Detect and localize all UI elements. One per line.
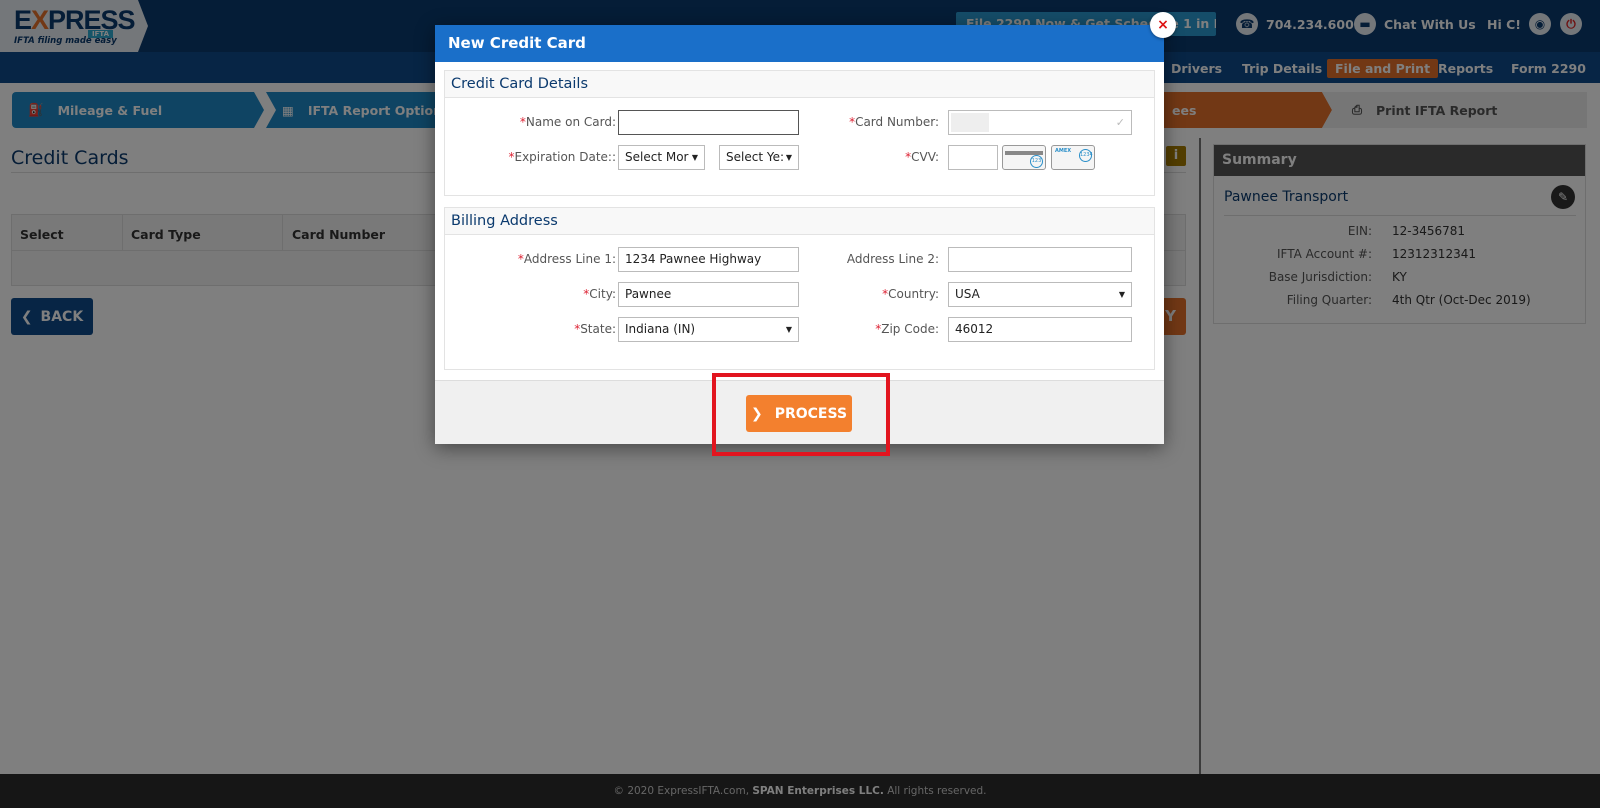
dropdown-caret-icon: ▼ bbox=[691, 153, 698, 162]
cvv-card-back-icon: 123 bbox=[1002, 145, 1046, 170]
amex-cvv-icon: AMEX 1234 bbox=[1051, 145, 1095, 170]
country-select[interactable]: USA ▼ bbox=[948, 282, 1132, 307]
expiration-year-select[interactable]: Select Ye: ▼ bbox=[719, 145, 799, 170]
modal-title: New Credit Card bbox=[435, 25, 1164, 62]
state-select[interactable]: Indiana (IN) ▼ bbox=[618, 317, 799, 342]
process-button-highlight bbox=[712, 373, 890, 456]
name-on-card-input[interactable] bbox=[618, 110, 799, 135]
address-line-1-input[interactable]: 1234 Pawnee Highway bbox=[618, 247, 799, 272]
close-icon[interactable]: × bbox=[1150, 12, 1176, 38]
dropdown-caret-icon: ▼ bbox=[785, 153, 792, 162]
country-label: *Country: bbox=[882, 287, 939, 301]
name-on-card-label: *Name on Card: bbox=[519, 115, 616, 129]
credit-card-details-title: Credit Card Details bbox=[445, 71, 1154, 98]
zip-code-label: *Zip Code: bbox=[875, 322, 939, 336]
credit-card-details-section: Credit Card Details *Name on Card: *Expi… bbox=[444, 70, 1155, 196]
cvv-label: *CVV: bbox=[905, 150, 939, 164]
card-number-label: *Card Number: bbox=[849, 115, 939, 129]
card-number-input[interactable]: ✓ bbox=[948, 110, 1132, 135]
address-line-1-label: *Address Line 1: bbox=[517, 252, 616, 266]
zip-code-input[interactable]: 46012 bbox=[948, 317, 1132, 342]
city-input[interactable]: Pawnee bbox=[618, 282, 799, 307]
address-line-2-input[interactable] bbox=[948, 247, 1132, 272]
checkmark-icon: ✓ bbox=[1115, 116, 1125, 129]
cvv-input[interactable] bbox=[948, 145, 998, 170]
city-label: *City: bbox=[583, 287, 616, 301]
state-label: *State: bbox=[574, 322, 616, 336]
address-line-2-label: Address Line 2: bbox=[846, 252, 939, 266]
dropdown-caret-icon: ▼ bbox=[1118, 290, 1125, 299]
dropdown-caret-icon: ▼ bbox=[785, 325, 792, 334]
billing-address-title: Billing Address bbox=[445, 208, 1154, 235]
billing-address-section: Billing Address *Address Line 1: 1234 Pa… bbox=[444, 207, 1155, 370]
expiration-month-select[interactable]: Select Mor ▼ bbox=[618, 145, 705, 170]
expiration-date-label: *Expiration Date:: bbox=[508, 150, 617, 164]
